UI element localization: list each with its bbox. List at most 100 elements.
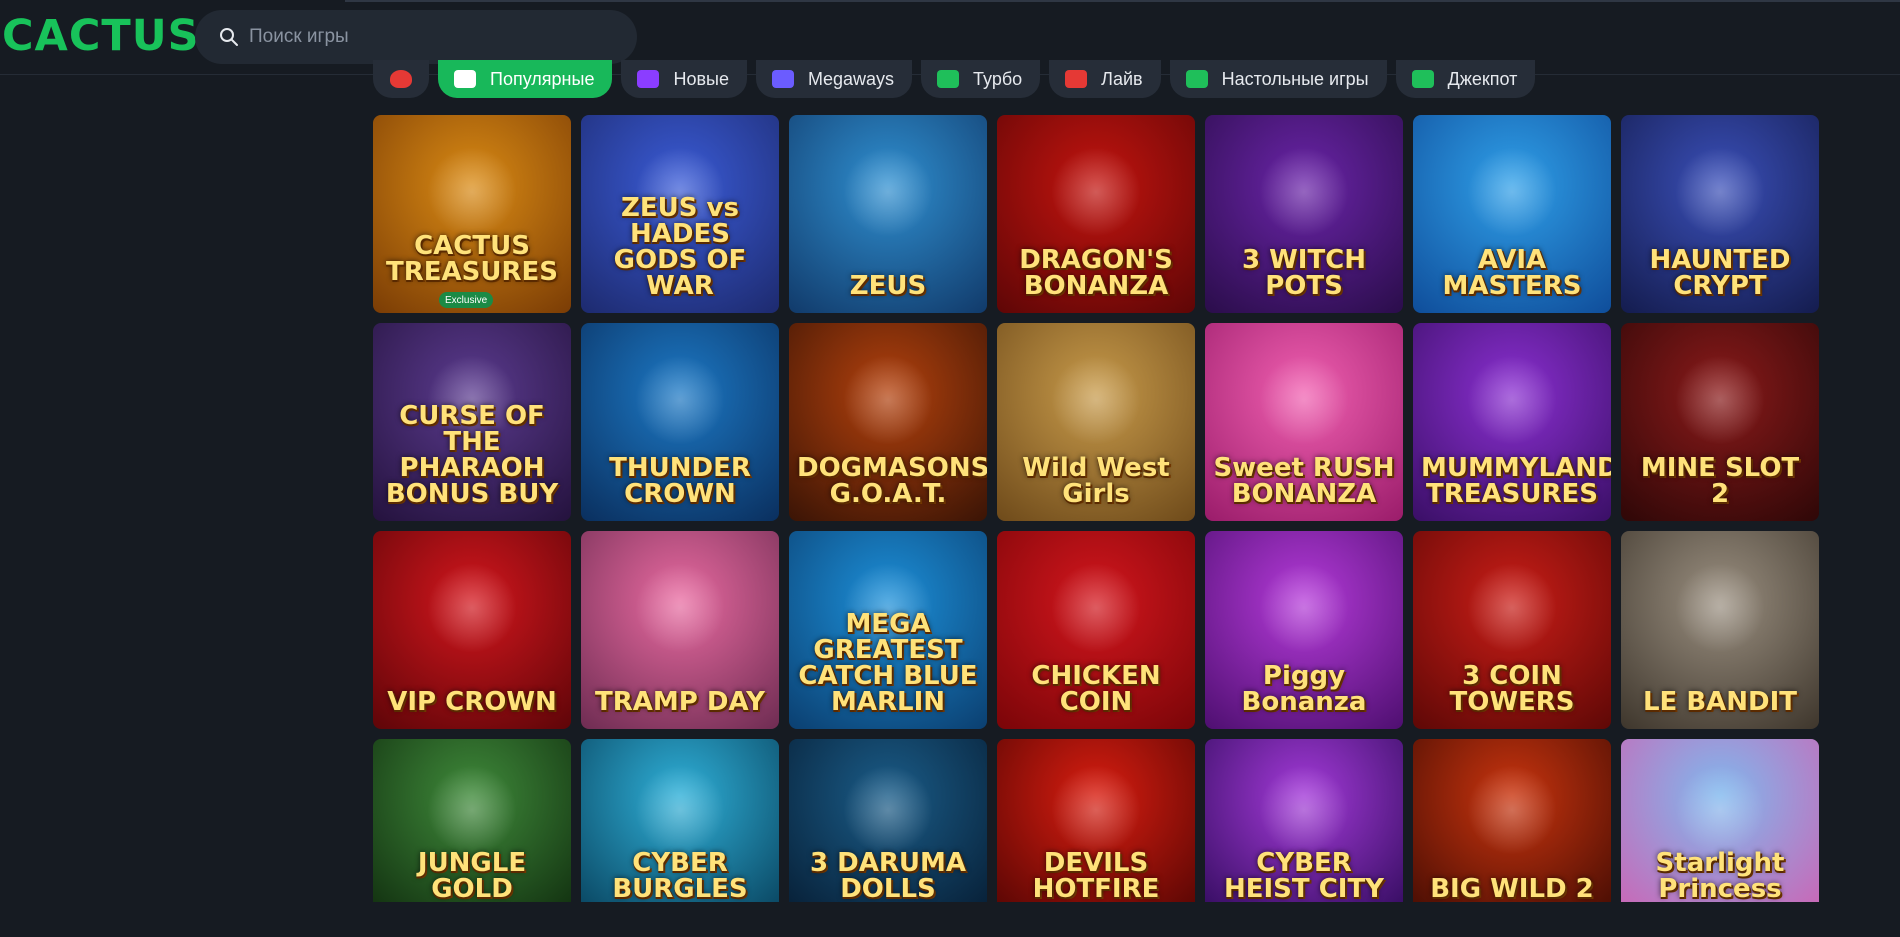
game-card[interactable]: ZEUS bbox=[789, 115, 987, 313]
category-tabs: Популярные Новые Megaways Турбо Лайв Настольн… bbox=[373, 60, 1603, 98]
game-title: DEVILS HOTFIRE bbox=[1032, 848, 1160, 902]
diamond-icon bbox=[1411, 70, 1434, 88]
game-card[interactable]: MEGA GREATEST CATCH BLUE MARLIN bbox=[789, 531, 987, 729]
game-card[interactable]: TRAMP DAY bbox=[581, 531, 779, 729]
tab-live[interactable]: Лайв bbox=[1049, 60, 1161, 98]
game-card[interactable]: CACTUS TREASURES Exclusive bbox=[373, 115, 571, 313]
tab-sparkle[interactable]: Новые bbox=[621, 60, 747, 98]
game-title: CHICKEN COIN bbox=[1031, 661, 1161, 717]
game-artwork bbox=[1259, 354, 1349, 445]
game-artwork bbox=[1675, 146, 1765, 237]
game-card[interactable]: 3 DARUMA DOLLS bbox=[789, 739, 987, 902]
tab-trophy[interactable]: Популярные bbox=[438, 60, 613, 98]
game-artwork bbox=[1467, 562, 1557, 653]
exclusive-badge: Exclusive bbox=[439, 292, 494, 308]
game-title: Starlight Princess bbox=[1655, 848, 1785, 902]
top-divider bbox=[345, 0, 1900, 2]
game-title: THUNDER CROWN bbox=[609, 453, 751, 509]
game-artwork bbox=[843, 146, 933, 237]
game-title: CURSE OF THE PHARAOH BONUS BUY bbox=[385, 401, 559, 509]
game-title: 3 WITCH POTS bbox=[1241, 245, 1367, 301]
game-title: DOGMASONS G.O.A.T. bbox=[797, 453, 987, 509]
game-artwork bbox=[1675, 562, 1765, 653]
game-title: 3 COIN TOWERS bbox=[1449, 661, 1575, 717]
game-card[interactable]: 3 WITCH POTS bbox=[1205, 115, 1403, 313]
megaways-icon bbox=[771, 70, 794, 88]
game-card[interactable]: AVIA MASTERS bbox=[1413, 115, 1611, 313]
game-card[interactable]: JUNGLE GOLD bbox=[373, 739, 571, 902]
tab-lightning[interactable]: Турбо bbox=[921, 60, 1041, 98]
game-title: Sweet RUSH BONANZA bbox=[1213, 453, 1395, 509]
game-artwork bbox=[1467, 146, 1557, 237]
chip-icon bbox=[1185, 70, 1208, 88]
game-card[interactable]: ZEUS vs HADES GODS OF WAR bbox=[581, 115, 779, 313]
game-title: LE BANDIT bbox=[1642, 687, 1798, 717]
game-card[interactable]: LE BANDIT bbox=[1621, 531, 1819, 729]
tab-heart[interactable] bbox=[373, 60, 429, 98]
game-artwork bbox=[1051, 354, 1141, 445]
sparkle-icon bbox=[637, 70, 660, 88]
tab-megaways[interactable]: Megaways bbox=[755, 60, 913, 98]
game-card[interactable]: 3 COIN TOWERS bbox=[1413, 531, 1611, 729]
tab-label: Новые bbox=[673, 68, 729, 89]
game-title: ZEUS bbox=[849, 271, 927, 301]
game-card[interactable]: DRAGON'S BONANZA bbox=[997, 115, 1195, 313]
game-artwork bbox=[1051, 562, 1141, 653]
game-card[interactable]: HAUNTED CRYPT bbox=[1621, 115, 1819, 313]
games-grid: CACTUS TREASURES Exclusive ZEUS vs HADES G… bbox=[373, 115, 1819, 937]
game-card[interactable]: Starlight Princess bbox=[1621, 739, 1819, 902]
game-card[interactable]: DEVILS HOTFIRE bbox=[997, 739, 1195, 902]
game-card[interactable]: Piggy Bonanza bbox=[1205, 531, 1403, 729]
game-artwork bbox=[427, 562, 517, 653]
game-title: HAUNTED CRYPT bbox=[1649, 245, 1791, 301]
tab-label: Турбо bbox=[973, 68, 1023, 89]
game-title: MEGA GREATEST CATCH BLUE MARLIN bbox=[798, 609, 978, 717]
game-artwork bbox=[635, 354, 725, 445]
game-title: CYBER BURGLES bbox=[612, 848, 748, 902]
game-card[interactable]: CURSE OF THE PHARAOH BONUS BUY bbox=[373, 323, 571, 521]
game-card[interactable]: DOGMASONS G.O.A.T. bbox=[789, 323, 987, 521]
game-artwork bbox=[1259, 765, 1349, 856]
game-card[interactable]: VIP CROWN bbox=[373, 531, 571, 729]
heart-icon bbox=[390, 70, 412, 88]
game-title: CYBER HEIST CITY bbox=[1223, 848, 1385, 902]
game-card[interactable]: CYBER HEIST CITY bbox=[1205, 739, 1403, 902]
game-card[interactable]: MUMMYLAND TREASURES bbox=[1413, 323, 1611, 521]
tab-diamond[interactable]: Джекпот bbox=[1395, 60, 1536, 98]
game-card[interactable]: CYBER BURGLES bbox=[581, 739, 779, 902]
game-card[interactable]: Sweet RUSH BONANZA bbox=[1205, 323, 1403, 521]
game-title: Wild West Girls bbox=[1022, 453, 1170, 509]
game-title: AVIA MASTERS bbox=[1442, 245, 1582, 301]
game-artwork bbox=[1259, 146, 1349, 237]
game-artwork bbox=[1051, 146, 1141, 237]
trophy-icon bbox=[454, 70, 476, 88]
game-title: ZEUS vs HADES GODS OF WAR bbox=[613, 193, 747, 301]
tab-label: Популярные bbox=[490, 68, 595, 89]
game-title: JUNGLE GOLD bbox=[417, 848, 527, 902]
game-artwork bbox=[635, 562, 725, 653]
game-card[interactable]: MINE SLOT 2 bbox=[1621, 323, 1819, 521]
game-card[interactable]: CHICKEN COIN bbox=[997, 531, 1195, 729]
game-title: DRAGON'S BONANZA bbox=[1019, 245, 1173, 301]
game-artwork bbox=[843, 354, 933, 445]
search-box[interactable] bbox=[195, 10, 637, 64]
game-title: MINE SLOT 2 bbox=[1640, 453, 1800, 509]
game-title: TRAMP DAY bbox=[595, 687, 765, 717]
game-title: Piggy Bonanza bbox=[1241, 661, 1367, 717]
game-title: CACTUS TREASURES bbox=[386, 231, 558, 287]
game-artwork bbox=[1259, 562, 1349, 653]
search-input[interactable] bbox=[249, 26, 609, 48]
tab-label: Джекпот bbox=[1447, 68, 1518, 89]
game-title: MUMMYLAND TREASURES bbox=[1421, 453, 1611, 509]
logo[interactable]: CACTUS bbox=[2, 10, 199, 62]
game-artwork bbox=[1675, 765, 1765, 856]
game-title: BIG WILD 2 bbox=[1430, 874, 1594, 902]
game-card[interactable]: Wild West Girls bbox=[997, 323, 1195, 521]
game-artwork bbox=[635, 765, 725, 856]
game-artwork bbox=[427, 765, 517, 856]
game-card[interactable]: THUNDER CROWN bbox=[581, 323, 779, 521]
lightning-icon bbox=[937, 70, 960, 88]
game-artwork bbox=[1467, 765, 1557, 856]
game-card[interactable]: BIG WILD 2 bbox=[1413, 739, 1611, 902]
tab-chip[interactable]: Настольные игры bbox=[1169, 60, 1387, 98]
